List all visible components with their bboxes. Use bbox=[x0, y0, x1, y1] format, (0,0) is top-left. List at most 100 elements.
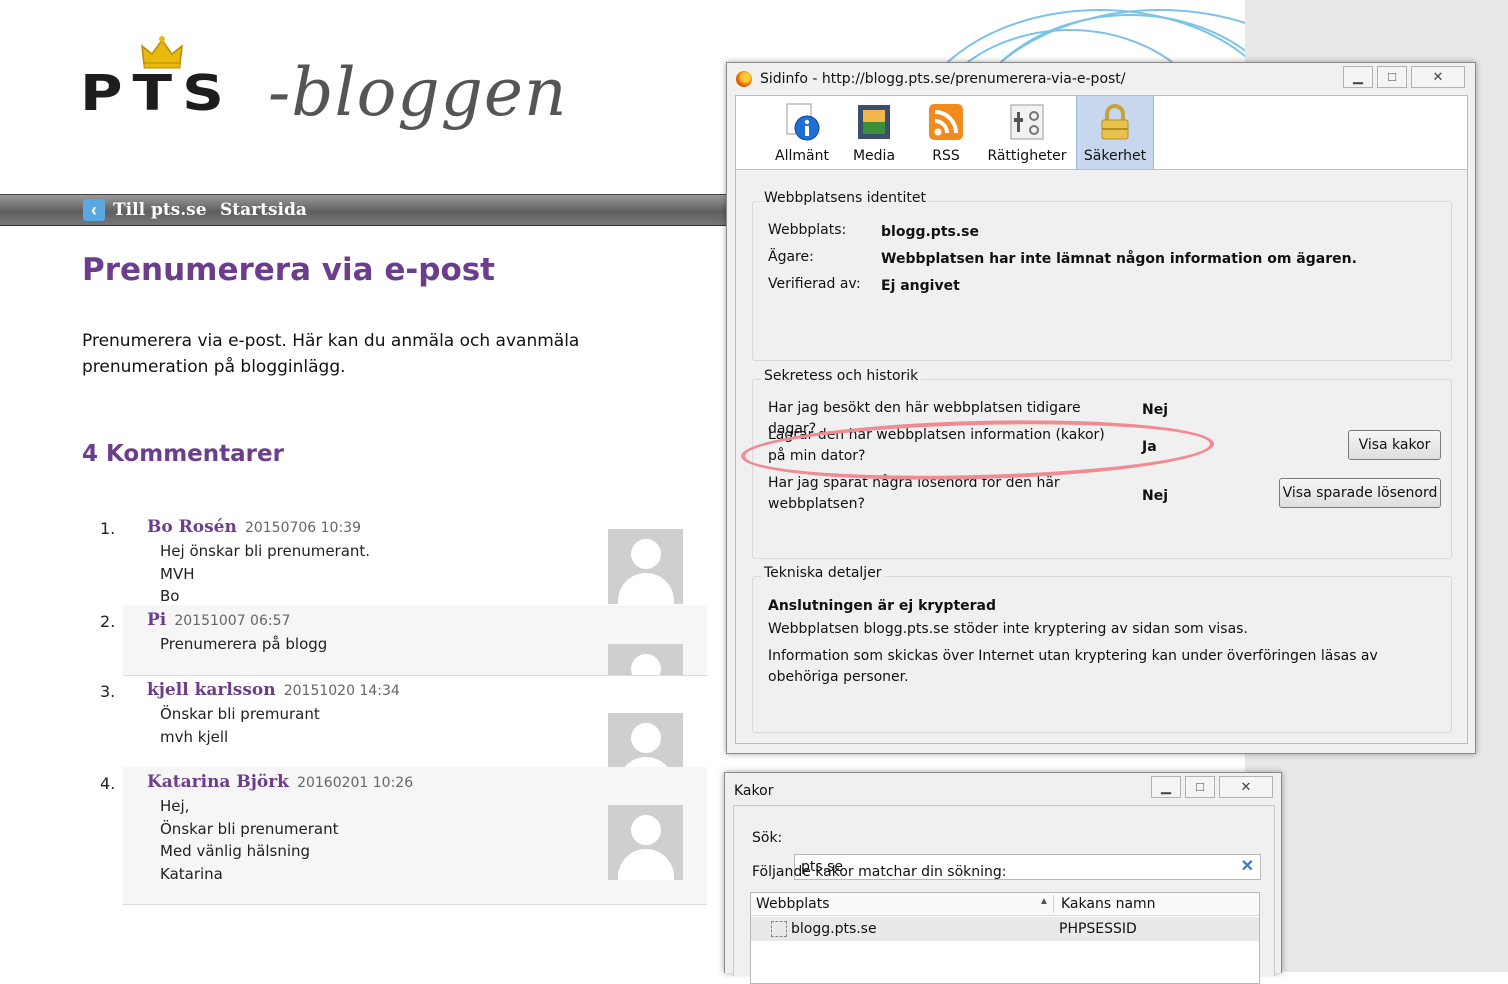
comment-number: 3. bbox=[100, 682, 116, 701]
encryption-line-1: Webbplatsen blogg.pts.se stöder inte kry… bbox=[768, 621, 1248, 637]
tab-label: RSS bbox=[932, 148, 960, 164]
sort-arrow-icon[interactable]: ▲ bbox=[1039, 896, 1049, 907]
column-name[interactable]: Kakans namn bbox=[1061, 894, 1156, 915]
cookies-window: Kakor ▁ □ ✕ Sök: pts.se ✕ Följande kakor… bbox=[724, 772, 1282, 984]
tab-permissions[interactable]: Rättigheter bbox=[986, 96, 1068, 170]
cookie-name: PHPSESSID bbox=[1059, 921, 1137, 937]
comment-number: 1. bbox=[100, 519, 116, 538]
tab-label: Rättigheter bbox=[987, 148, 1067, 164]
comment-body: Önskar bli premurant mvh kjell bbox=[160, 703, 320, 748]
comment-item: 1. Bo Rosén 20150706 10:39 Hej önskar bl… bbox=[100, 512, 707, 608]
avatar bbox=[608, 529, 683, 604]
page-title: Prenumerera via e-post bbox=[82, 252, 496, 288]
maximize-icon[interactable]: □ bbox=[1377, 66, 1407, 88]
search-label: Sök: bbox=[752, 830, 783, 846]
comment-line: Prenumerera på blogg bbox=[160, 635, 328, 653]
comment-date[interactable]: 20151020 14:34 bbox=[284, 683, 400, 699]
avatar bbox=[608, 805, 683, 880]
comment-body: Prenumerera på blogg bbox=[160, 633, 327, 656]
match-text: Följande kakor matchar din sökning: bbox=[752, 864, 1007, 880]
comment-author[interactable]: Bo Rosén bbox=[147, 517, 237, 537]
avatar bbox=[608, 644, 683, 675]
cookies-list: Webbplats ▲ Kakans namn blogg.pts.se PHP… bbox=[750, 892, 1260, 984]
logo-pts: PTS bbox=[80, 64, 234, 122]
minimize-icon[interactable]: ▁ bbox=[1343, 66, 1373, 88]
lock-icon bbox=[1101, 104, 1129, 140]
table-row[interactable]: blogg.pts.se PHPSESSID bbox=[751, 917, 1259, 941]
intro-text: Prenumerera via e-post. Här kan du anmäl… bbox=[82, 331, 580, 377]
comment-date[interactable]: 20160201 10:26 bbox=[297, 775, 413, 791]
technical-group: Tekniska detaljer Anslutningen är ej kry… bbox=[752, 565, 1452, 733]
website-value: blogg.pts.se bbox=[881, 224, 979, 240]
tab-label: Allmänt bbox=[775, 148, 829, 164]
technical-legend: Tekniska detaljer bbox=[761, 565, 885, 581]
comment-body: Hej önskar bli prenumerant. MVH Bo bbox=[160, 540, 370, 608]
passwords-answer: Nej bbox=[1142, 488, 1169, 504]
close-icon[interactable]: ✕ bbox=[1219, 776, 1273, 798]
cookies-panel: Sök: pts.se ✕ Följande kakor matchar din… bbox=[733, 805, 1275, 984]
window-title: Kakor bbox=[734, 783, 774, 799]
cookie-site: blogg.pts.se bbox=[791, 921, 877, 937]
page-info-toolbar: Allmänt Media RSS Rättigheter Säkerhet bbox=[735, 95, 1468, 170]
verified-value: Ej angivet bbox=[881, 278, 960, 294]
comment-author[interactable]: kjell karlsson bbox=[147, 680, 276, 700]
comment-line: Önskar bli prenumerant bbox=[160, 819, 339, 838]
tab-label: Media bbox=[852, 148, 896, 164]
decorative-arcs bbox=[938, 9, 1245, 70]
tab-label: Säkerhet bbox=[1083, 148, 1147, 164]
owner-label: Ägare: bbox=[768, 249, 814, 265]
maximize-icon[interactable]: □ bbox=[1185, 776, 1215, 798]
page-info-window: Sidinfo - http://blogg.pts.se/prenumerer… bbox=[726, 62, 1476, 754]
comment-item: 3. kjell karlsson 20151020 14:34 Önskar … bbox=[100, 675, 707, 768]
tab-rss[interactable]: RSS bbox=[916, 96, 976, 170]
avatar bbox=[608, 713, 683, 767]
nav-link-pts[interactable]: Till pts.se bbox=[113, 200, 207, 220]
comment-line: Katarina bbox=[160, 864, 223, 883]
comment-body: Hej, Önskar bli prenumerant Med vänlig h… bbox=[160, 795, 339, 885]
view-cookies-button[interactable]: Visa kakor bbox=[1348, 430, 1441, 460]
clear-search-icon[interactable]: ✕ bbox=[1241, 856, 1254, 876]
view-passwords-button[interactable]: Visa sparade lösenord bbox=[1279, 478, 1441, 508]
comment-line: Önskar bli premurant bbox=[160, 705, 320, 723]
tab-security[interactable]: Säkerhet bbox=[1076, 96, 1154, 170]
permissions-icon bbox=[1010, 104, 1044, 140]
website-label: Webbplats: bbox=[768, 222, 847, 238]
owner-value: Webbplatsen har inte lämnat någon inform… bbox=[881, 251, 1357, 267]
firefox-icon bbox=[736, 71, 752, 87]
comment-line: MVH bbox=[160, 564, 195, 583]
nav-bar: ‹ Till pts.se Startsida bbox=[0, 194, 728, 226]
encryption-line-2: Information som skickas över Internet ut… bbox=[768, 648, 1378, 685]
comment-line: Hej, bbox=[160, 797, 190, 815]
nav-link-home[interactable]: Startsida bbox=[220, 200, 307, 220]
comment-item: 2. Pi 20151007 06:57 Prenumerera på blog… bbox=[100, 605, 707, 676]
comment-item: 4. Katarina Björk 20160201 10:26 Hej, Ön… bbox=[100, 767, 707, 905]
close-icon[interactable]: ✕ bbox=[1411, 66, 1465, 88]
comment-number: 4. bbox=[100, 774, 116, 793]
identity-group: Webbplatsens identitet Webbplats: blogg.… bbox=[752, 190, 1452, 361]
identity-legend: Webbplatsens identitet bbox=[761, 190, 930, 206]
tab-general[interactable]: Allmänt bbox=[768, 96, 836, 170]
comment-author[interactable]: Pi bbox=[147, 610, 166, 630]
connection-status: Anslutningen är ej krypterad bbox=[768, 598, 996, 614]
column-site[interactable]: Webbplats bbox=[756, 894, 830, 915]
comment-line: mvh kjell bbox=[160, 727, 229, 746]
rss-icon bbox=[929, 104, 963, 140]
back-arrow-icon[interactable]: ‹ bbox=[83, 199, 105, 221]
comment-date[interactable]: 20150706 10:39 bbox=[245, 520, 361, 536]
tab-media[interactable]: Media bbox=[841, 96, 907, 170]
verified-label: Verifierad av: bbox=[768, 276, 861, 292]
comment-author[interactable]: Katarina Björk bbox=[147, 772, 289, 792]
minimize-icon[interactable]: ▁ bbox=[1151, 776, 1181, 798]
site-folder-icon bbox=[771, 921, 787, 937]
site-logo[interactable]: PTS -bloggen bbox=[80, 30, 600, 140]
list-header: Webbplats ▲ Kakans namn bbox=[751, 893, 1259, 916]
comment-line: Hej önskar bli prenumerant. bbox=[160, 542, 371, 560]
comment-date[interactable]: 20151007 06:57 bbox=[174, 613, 290, 629]
visited-answer: Nej bbox=[1142, 402, 1169, 418]
comment-line: Med vänlig hälsning bbox=[160, 842, 311, 860]
media-icon bbox=[858, 105, 890, 139]
logo-bloggen: -bloggen bbox=[268, 54, 568, 131]
comment-number: 2. bbox=[100, 612, 116, 631]
comments-heading: 4 Kommentarer bbox=[82, 441, 284, 467]
window-title: Sidinfo - http://blogg.pts.se/prenumerer… bbox=[760, 71, 1126, 87]
